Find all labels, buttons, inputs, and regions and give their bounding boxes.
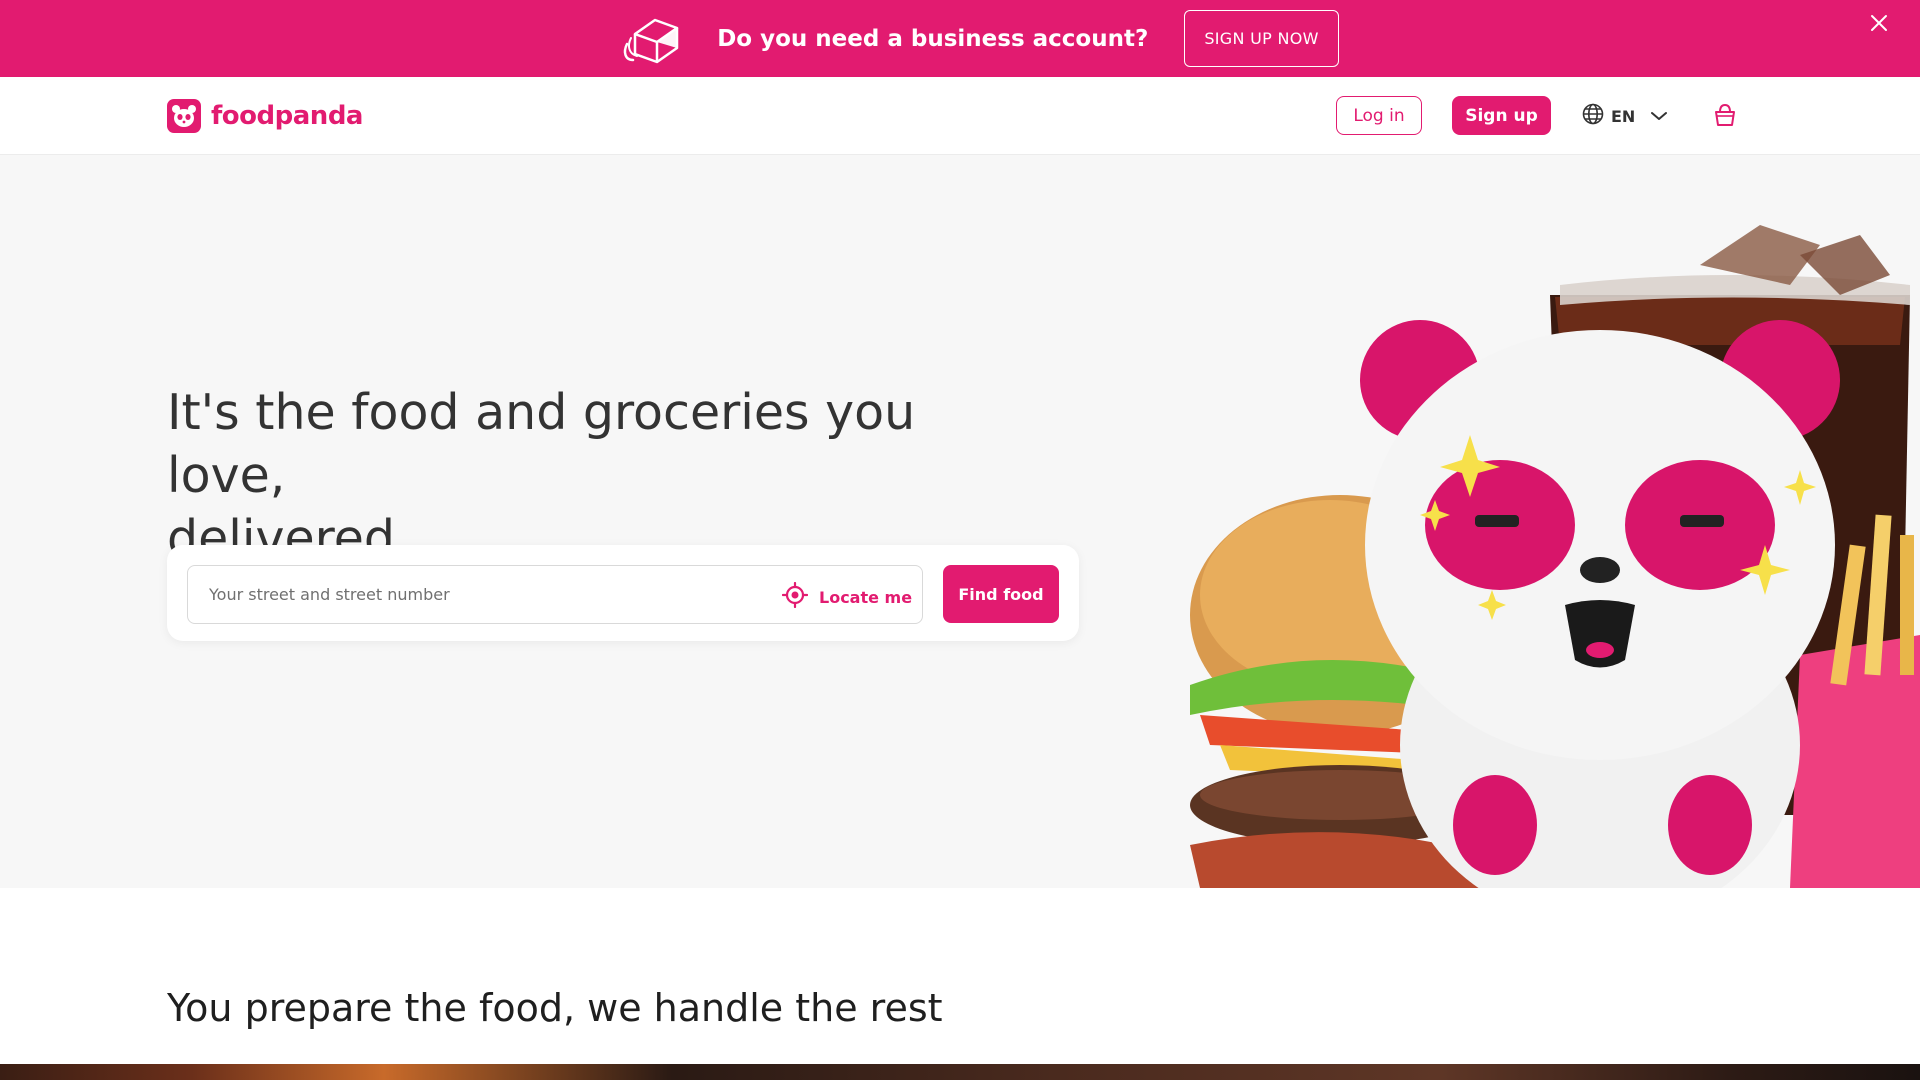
site-header: foodpanda Log in Sign up EN [0, 77, 1920, 155]
section-image [0, 1064, 1920, 1080]
signup-button[interactable]: Sign up [1452, 96, 1551, 135]
language-selector[interactable]: EN [1582, 103, 1668, 129]
chevron-down-icon [1650, 107, 1668, 126]
hero-illustration [1100, 215, 1920, 888]
address-search-box: Locate me [187, 565, 923, 624]
business-banner: Do you need a business account? SIGN UP … [0, 0, 1920, 77]
shopping-bag-icon[interactable] [1712, 102, 1738, 128]
crosshair-icon [781, 581, 809, 612]
hero-title: It's the food and groceries you love, de… [167, 381, 1027, 570]
address-search-card: Locate me Find food [167, 545, 1079, 641]
foodpanda-logo[interactable]: foodpanda [167, 99, 363, 133]
banner-content: Do you need a business account? SIGN UP … [621, 10, 1339, 67]
hero-section: It's the food and groceries you love, de… [0, 155, 1920, 888]
hero-title-line1: It's the food and groceries you love, [167, 384, 916, 504]
find-food-button[interactable]: Find food [943, 565, 1059, 623]
locate-me-button[interactable]: Locate me [781, 581, 913, 612]
banner-title: Do you need a business account? [717, 25, 1149, 52]
address-input[interactable] [209, 566, 729, 623]
panda-logo-icon [167, 99, 201, 133]
login-button[interactable]: Log in [1336, 96, 1422, 135]
business-box-icon [621, 14, 681, 64]
globe-icon [1582, 103, 1604, 129]
language-label: EN [1611, 106, 1636, 126]
logo-text: foodpanda [211, 101, 363, 131]
section-title: You prepare the food, we handle the rest [167, 986, 943, 1030]
business-signup-button[interactable]: SIGN UP NOW [1184, 10, 1339, 67]
locate-me-label: Locate me [819, 587, 913, 607]
close-icon[interactable] [1868, 12, 1890, 34]
